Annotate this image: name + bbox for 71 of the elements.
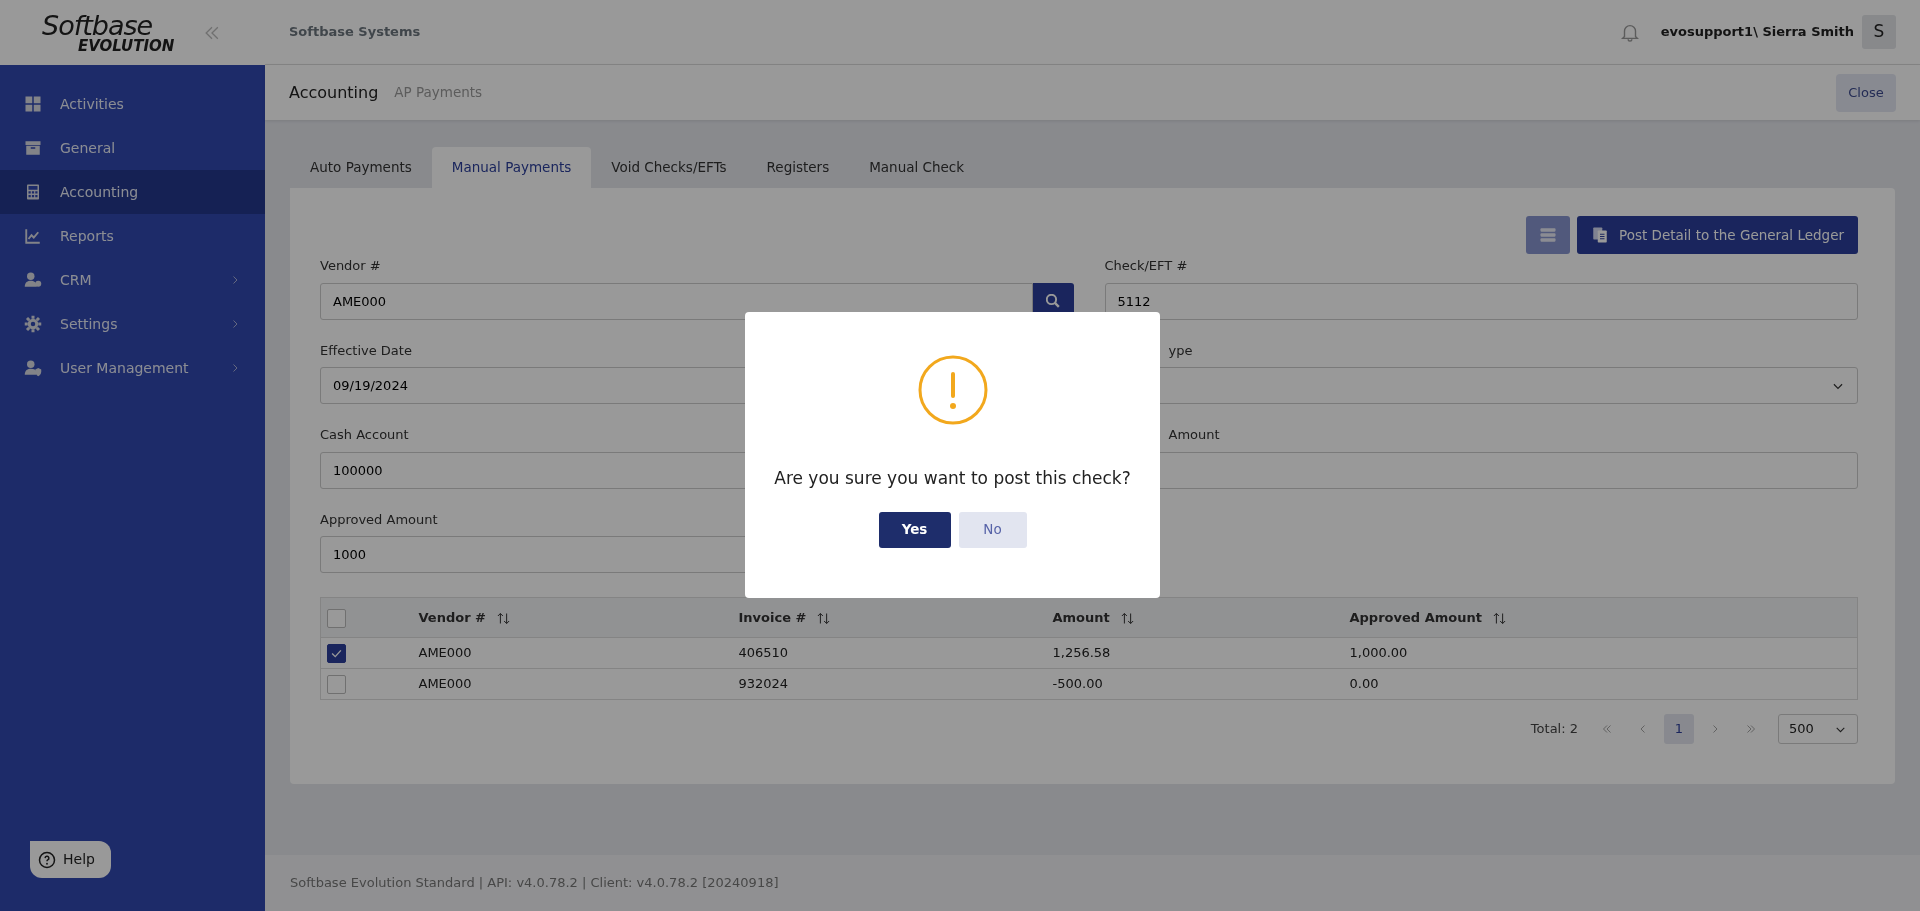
column-header[interactable]: Invoice # bbox=[738, 609, 807, 625]
footer-text: Softbase Evolution Standard | API: v4.0.78.2 | Client: v4.0.78.2 [20240918] bbox=[265, 855, 1920, 911]
field-label: Approved Amount bbox=[320, 510, 438, 529]
field-label: Vendor # bbox=[320, 257, 381, 275]
table-cell: AME000 bbox=[418, 676, 472, 692]
sidebar-item[interactable]: CRM bbox=[0, 258, 265, 302]
calculator-icon bbox=[24, 183, 42, 201]
warning-icon bbox=[916, 354, 989, 426]
table-cell: 406510 bbox=[738, 645, 789, 661]
sort-icon bbox=[496, 610, 511, 626]
table-cell: 0.00 bbox=[1349, 676, 1379, 692]
documents-icon bbox=[1591, 226, 1610, 244]
close-button[interactable]: Close bbox=[1836, 73, 1896, 112]
table-cell: AME000 bbox=[418, 645, 472, 661]
field-label: Check/EFT # bbox=[1104, 257, 1188, 275]
archive-icon bbox=[24, 139, 42, 157]
layers-button[interactable] bbox=[1526, 216, 1571, 254]
column-header[interactable]: Vendor # bbox=[418, 609, 486, 625]
help-icon bbox=[38, 850, 56, 869]
column-header[interactable]: Amount bbox=[1052, 609, 1110, 625]
page-title: Accounting bbox=[289, 81, 379, 104]
table-cell: 1,000.00 bbox=[1349, 645, 1408, 661]
tab[interactable]: Void Checks/EFTs bbox=[591, 147, 747, 188]
sort-icon bbox=[816, 610, 832, 626]
checkbox[interactable] bbox=[327, 608, 346, 628]
stack-icon bbox=[1538, 225, 1559, 245]
checkbox[interactable] bbox=[327, 675, 346, 694]
breadcrumb-subtitle: AP Payments bbox=[394, 83, 483, 103]
field-label: ype bbox=[1168, 341, 1193, 360]
sort-icon bbox=[1119, 610, 1135, 626]
no-button[interactable]: No bbox=[958, 511, 1027, 548]
company-name: Softbase Systems bbox=[289, 23, 421, 42]
chart-icon bbox=[24, 227, 42, 245]
user-icon bbox=[24, 271, 42, 289]
sidebar-item[interactable]: Reports bbox=[0, 214, 265, 258]
total-count: Total: 2 bbox=[1530, 720, 1578, 739]
help-button[interactable]: Help bbox=[30, 841, 111, 878]
sidebar-item[interactable]: Activities bbox=[0, 82, 265, 126]
tab[interactable]: Registers bbox=[746, 147, 850, 188]
search-icon bbox=[1046, 294, 1060, 308]
user-shield-icon bbox=[24, 359, 42, 377]
page-size-select[interactable]: 500 bbox=[1778, 714, 1858, 744]
user-avatar[interactable]: S bbox=[1862, 15, 1896, 49]
checkbox[interactable] bbox=[327, 644, 346, 663]
tab[interactable]: Manual Payments bbox=[431, 147, 592, 188]
sidebar-item[interactable]: General bbox=[0, 126, 265, 170]
field-label: Effective Date bbox=[320, 341, 412, 360]
tab[interactable]: Manual Check bbox=[849, 147, 985, 188]
first-page-icon bbox=[1601, 723, 1613, 735]
page-button[interactable]: 1 bbox=[1664, 714, 1694, 744]
logo-subtitle: EVOLUTION bbox=[78, 38, 175, 54]
sidebar-item[interactable]: Settings bbox=[0, 302, 265, 346]
grid-icon bbox=[24, 95, 42, 113]
tab[interactable]: Auto Payments bbox=[290, 147, 432, 188]
sidebar-item[interactable]: User Management bbox=[0, 346, 265, 390]
gear-icon bbox=[24, 315, 42, 333]
column-header[interactable]: Approved Amount bbox=[1349, 609, 1482, 625]
logo-text: Softbase bbox=[42, 11, 153, 39]
table-cell: 1,256.58 bbox=[1052, 645, 1111, 661]
user-name: evosupport1\ Sierra Smith bbox=[1660, 23, 1854, 42]
sort-icon bbox=[1491, 610, 1507, 626]
field-label: Cash Account bbox=[320, 426, 409, 444]
field-label: Amount bbox=[1168, 426, 1220, 444]
post-button[interactable]: Post Detail to the General Ledger bbox=[1577, 216, 1858, 254]
table-cell: -500.00 bbox=[1052, 676, 1103, 692]
yes-button[interactable]: Yes bbox=[878, 511, 951, 548]
sidebar-item[interactable]: Accounting bbox=[0, 170, 265, 214]
table-cell: 932024 bbox=[738, 676, 789, 692]
last-page-icon bbox=[1745, 723, 1757, 735]
input-field[interactable]: 5112 bbox=[1104, 282, 1858, 320]
input-field[interactable]: AME000 bbox=[320, 282, 1033, 320]
